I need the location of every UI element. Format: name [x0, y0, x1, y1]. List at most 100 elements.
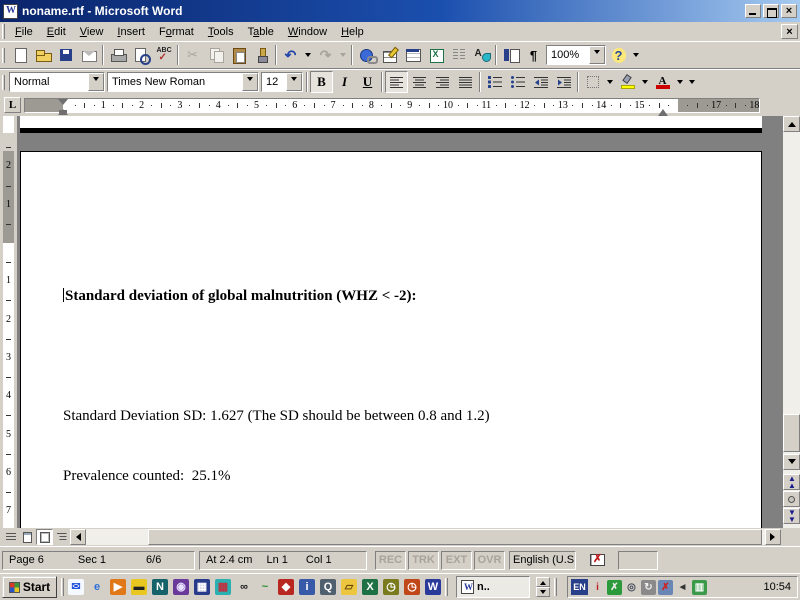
- print-layout-view-button[interactable]: [36, 529, 53, 545]
- insert-excel-button[interactable]: [424, 44, 447, 66]
- font-color-dropdown[interactable]: [674, 71, 686, 93]
- save-button[interactable]: [54, 44, 77, 66]
- tray-sync-icon[interactable]: ↻: [641, 579, 656, 595]
- tray-antivirus-icon[interactable]: ✗: [607, 579, 622, 595]
- redo-dropdown[interactable]: [337, 44, 349, 66]
- taskbar-divider[interactable]: [554, 578, 557, 596]
- menu-window[interactable]: Window: [281, 24, 334, 40]
- format-painter-button[interactable]: [250, 44, 273, 66]
- outline-view-button[interactable]: [53, 529, 70, 545]
- toolbar-options-button-2[interactable]: [686, 71, 698, 93]
- insert-table-button[interactable]: [401, 44, 424, 66]
- underline-button[interactable]: U: [356, 71, 379, 93]
- normal-view-button[interactable]: [2, 529, 19, 545]
- undo-button[interactable]: ↶: [279, 44, 302, 66]
- menu-tools[interactable]: Tools: [201, 24, 241, 40]
- scroll-up-button[interactable]: [783, 116, 800, 132]
- status-ext[interactable]: EXT: [441, 550, 472, 570]
- outlook-express-icon[interactable]: ✉: [68, 579, 84, 595]
- magnifier-app-icon[interactable]: Q: [320, 579, 336, 595]
- decrease-indent-button[interactable]: [529, 71, 552, 93]
- cut-button[interactable]: ✂: [181, 44, 204, 66]
- numbering-button[interactable]: [483, 71, 506, 93]
- redo-button[interactable]: ↷: [314, 44, 337, 66]
- mail-button[interactable]: [77, 44, 100, 66]
- scroll-down-button[interactable]: [783, 454, 800, 470]
- media-player-icon[interactable]: ▶: [110, 579, 126, 595]
- menu-table[interactable]: Table: [241, 24, 281, 40]
- document-map-button[interactable]: [499, 44, 522, 66]
- clock-red-icon[interactable]: ◷: [404, 579, 420, 595]
- planet-app-icon[interactable]: ◉: [173, 579, 189, 595]
- tray-volume-icon[interactable]: ◄: [675, 580, 690, 595]
- document-page[interactable]: Standard deviation of global malnutritio…: [20, 151, 762, 600]
- italic-button[interactable]: I: [333, 71, 356, 93]
- car-app-icon[interactable]: ▬: [131, 579, 147, 595]
- horizontal-scroll-thumb[interactable]: [148, 529, 762, 545]
- menu-format[interactable]: Format: [152, 24, 201, 40]
- tab-selector-button[interactable]: L: [4, 97, 21, 113]
- copy-button[interactable]: [204, 44, 227, 66]
- increase-indent-button[interactable]: [552, 71, 575, 93]
- tray-card-icon[interactable]: ▥: [692, 579, 707, 595]
- toolbar-options-button[interactable]: [630, 44, 642, 66]
- menubar-grip[interactable]: [2, 24, 5, 39]
- menu-insert[interactable]: Insert: [110, 24, 152, 40]
- scroll-up-small-button[interactable]: [536, 577, 550, 587]
- task-button-word[interactable]: W n..: [456, 576, 530, 598]
- select-browse-object-button[interactable]: [783, 491, 800, 507]
- print-button[interactable]: [106, 44, 129, 66]
- bold-button[interactable]: B: [310, 71, 333, 93]
- align-right-button[interactable]: [431, 71, 454, 93]
- zoom-combo[interactable]: 100%: [546, 45, 606, 65]
- document-close-icon[interactable]: ×: [781, 24, 798, 39]
- start-button[interactable]: Start: [2, 576, 57, 598]
- excel-icon[interactable]: X: [362, 579, 378, 595]
- taskbar-clock[interactable]: 10:54: [763, 581, 791, 593]
- red-app-icon[interactable]: ◆: [278, 579, 294, 595]
- paste-button[interactable]: [227, 44, 250, 66]
- justify-button[interactable]: [454, 71, 477, 93]
- print-preview-button[interactable]: [129, 44, 152, 66]
- horizontal-ruler[interactable]: 1 2 3 4 5 6 7 8 9 10 11 12 13 14 15 17 18: [24, 98, 760, 116]
- undo-dropdown[interactable]: [302, 44, 314, 66]
- internet-explorer-icon[interactable]: e: [89, 579, 105, 595]
- vertical-ruler[interactable]: 2 1 1 2 3 4 5 6 7: [0, 116, 17, 528]
- menu-help[interactable]: Help: [334, 24, 371, 40]
- style-combo[interactable]: Normal: [9, 72, 105, 92]
- bullets-button[interactable]: [506, 71, 529, 93]
- confetti-app-icon[interactable]: ▦: [215, 579, 231, 595]
- tray-network-error-icon[interactable]: ✗: [658, 579, 673, 595]
- open-button[interactable]: [31, 44, 54, 66]
- font-size-dropdown[interactable]: [286, 73, 302, 91]
- folder-icon[interactable]: ▱: [341, 579, 357, 595]
- floppy-app-icon[interactable]: ▦: [194, 579, 210, 595]
- font-combo[interactable]: Times New Roman: [107, 72, 259, 92]
- highlight-button[interactable]: [616, 71, 639, 93]
- tray-info-icon[interactable]: i: [590, 580, 605, 595]
- formatting-toolbar-grip[interactable]: [2, 74, 5, 90]
- align-left-button[interactable]: [385, 71, 408, 93]
- status-trk[interactable]: TRK: [408, 550, 439, 570]
- swoosh-app-icon[interactable]: ~: [257, 579, 273, 595]
- font-color-button[interactable]: A: [651, 71, 674, 93]
- horizontal-scroll-track[interactable]: [86, 529, 765, 545]
- word-icon[interactable]: W: [425, 579, 441, 595]
- status-ovr[interactable]: OVR: [474, 550, 505, 570]
- left-indent-marker[interactable]: [59, 110, 67, 113]
- status-spelling-panel[interactable]: [580, 551, 614, 570]
- binoculars-app-icon[interactable]: ∞: [236, 579, 252, 595]
- vertical-scrollbar[interactable]: ▲ ▲ ▼ ▼: [783, 116, 800, 528]
- minimize-button[interactable]: [745, 4, 761, 18]
- columns-button[interactable]: [447, 44, 470, 66]
- menu-view[interactable]: View: [73, 24, 111, 40]
- scroll-down-small-button[interactable]: [536, 587, 550, 597]
- zoom-dropdown[interactable]: [589, 46, 605, 64]
- language-indicator[interactable]: EN: [571, 579, 588, 595]
- new-document-button[interactable]: [8, 44, 31, 66]
- insert-hyperlink-button[interactable]: [355, 44, 378, 66]
- standard-toolbar-grip[interactable]: [2, 47, 5, 63]
- borders-button[interactable]: [581, 71, 604, 93]
- vertical-scroll-thumb[interactable]: [783, 414, 800, 452]
- right-indent-marker[interactable]: [658, 104, 668, 116]
